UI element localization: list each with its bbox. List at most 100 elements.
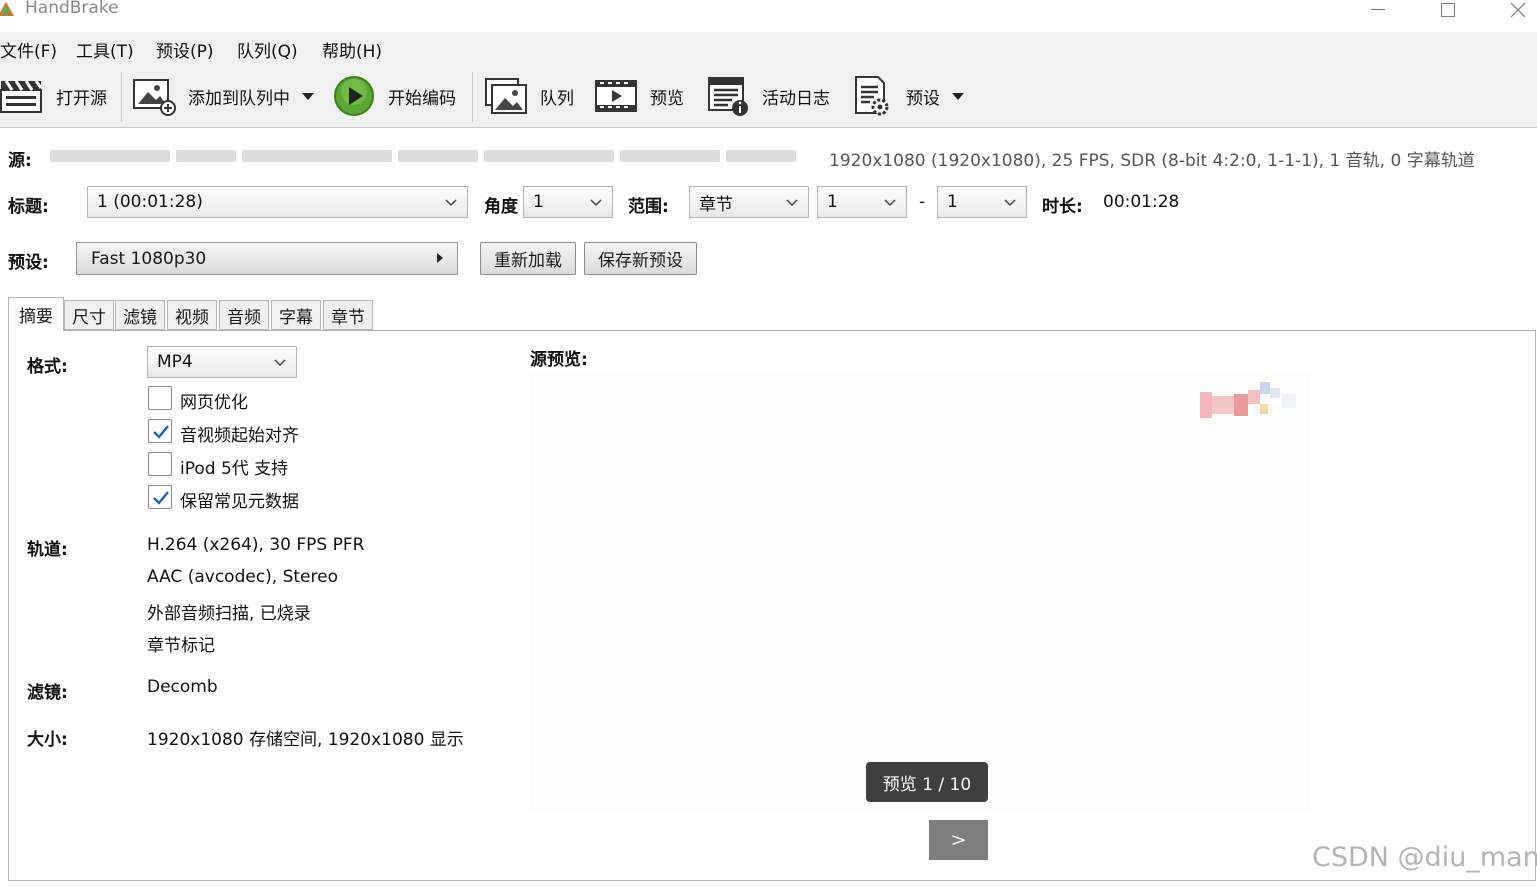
toolbar-separator	[472, 72, 473, 122]
chevron-down-icon	[274, 359, 286, 367]
source-path-blurred	[50, 146, 820, 166]
preview-thumbnail-fragment	[1200, 382, 1296, 418]
range-dash: -	[919, 192, 926, 212]
maximize-icon	[1441, 3, 1455, 17]
next-preview-button[interactable]: >	[929, 820, 988, 860]
activity-log-label: 活动日志	[762, 88, 830, 109]
minimize-button[interactable]	[1358, 0, 1398, 20]
toolbar: 打开源 添加到队列中 开始编码 队列 预览 活动日志 预设	[0, 64, 1537, 128]
angle-select[interactable]: 1	[523, 186, 613, 218]
add-image-icon	[132, 74, 176, 118]
title-select[interactable]: 1 (00:01:28)	[87, 186, 468, 218]
size-value: 1920x1080 存储空间, 1920x1080 显示	[147, 730, 464, 750]
play-icon	[332, 74, 376, 118]
add-to-queue-button[interactable]: 添加到队列中	[132, 64, 314, 128]
menu-presets[interactable]: 预设(P)	[156, 37, 214, 62]
handbrake-logo-icon	[0, 2, 14, 16]
passthru-metadata-label: 保留常见元数据	[180, 492, 299, 512]
preview-counter: 预览 1 / 10	[866, 762, 988, 802]
menu-file[interactable]: 文件(F)	[0, 37, 57, 62]
start-encode-label: 开始编码	[388, 88, 456, 109]
presets-button[interactable]: 预设	[850, 64, 964, 128]
menu-bar: 文件(F) 工具(T) 预设(P) 队列(Q) 帮助(H)	[0, 32, 1537, 64]
window-title: HandBrake	[25, 0, 119, 18]
range-start-value: 1	[827, 192, 838, 212]
track-item: 章节标记	[147, 636, 215, 656]
range-end-select[interactable]: 1	[937, 186, 1027, 218]
title-label: 标题:	[8, 197, 49, 217]
source-label: 源:	[8, 151, 32, 171]
presets-label: 预设	[906, 88, 940, 109]
range-end-value: 1	[947, 192, 958, 212]
range-type-value: 章节	[699, 194, 733, 215]
angle-select-value: 1	[533, 192, 544, 212]
range-start-select[interactable]: 1	[817, 186, 907, 218]
image-stack-icon	[484, 74, 528, 118]
add-to-queue-label: 添加到队列中	[188, 88, 290, 109]
duration-value: 00:01:28	[1103, 192, 1180, 212]
preset-value: Fast 1080p30	[91, 248, 207, 269]
range-label: 范围:	[628, 197, 669, 217]
start-encode-button[interactable]: 开始编码	[332, 64, 456, 128]
filters-value: Decomb	[147, 677, 218, 697]
chevron-down-icon[interactable]	[952, 92, 964, 100]
chevron-down-icon[interactable]	[302, 92, 314, 100]
preview-button[interactable]: 预览	[594, 64, 684, 128]
tab-video[interactable]: 视频	[167, 300, 217, 330]
passthru-metadata-checkbox[interactable]	[148, 485, 172, 509]
checkmark-icon	[153, 491, 169, 505]
filters-label: 滤镜:	[27, 683, 68, 703]
preset-selector[interactable]: Fast 1080p30	[76, 242, 458, 275]
watermark: CSDN @diu_man	[1312, 842, 1537, 873]
tab-summary[interactable]: 摘要	[8, 297, 64, 331]
chevron-right-icon	[437, 253, 443, 263]
save-new-preset-button[interactable]: 保存新预设	[584, 242, 697, 275]
menu-help[interactable]: 帮助(H)	[322, 37, 382, 62]
track-item: AAC (avcodec), Stereo	[147, 567, 338, 587]
minimize-icon	[1371, 9, 1385, 10]
track-item: 外部音频扫描, 已烧录	[147, 604, 311, 624]
preset-settings-icon	[850, 74, 894, 118]
tab-dimensions[interactable]: 尺寸	[64, 300, 114, 330]
angle-label: 角度	[484, 197, 518, 217]
chevron-down-icon	[445, 199, 457, 207]
chevron-down-icon	[1004, 199, 1016, 207]
close-icon	[1510, 2, 1526, 18]
tracks-label: 轨道:	[27, 540, 68, 560]
close-button[interactable]	[1498, 0, 1537, 20]
menu-queue[interactable]: 队列(Q)	[237, 37, 298, 62]
toolbar-separator	[121, 72, 122, 122]
tab-audio[interactable]: 音频	[219, 300, 269, 330]
queue-button[interactable]: 队列	[484, 64, 574, 128]
menu-tools[interactable]: 工具(T)	[76, 37, 134, 62]
checkmark-icon	[153, 425, 169, 439]
web-optimized-checkbox[interactable]	[148, 386, 172, 410]
align-av-checkbox[interactable]	[148, 419, 172, 443]
align-av-label: 音视频起始对齐	[180, 426, 299, 446]
title-bar: HandBrake	[0, 0, 1537, 22]
format-select[interactable]: MP4	[147, 346, 297, 378]
tab-chapters[interactable]: 章节	[323, 300, 373, 330]
tab-subtitles[interactable]: 字幕	[271, 300, 321, 330]
clapperboard-icon	[0, 74, 44, 118]
maximize-button[interactable]	[1428, 0, 1468, 20]
source-preview-label: 源预览:	[530, 350, 588, 370]
preset-label: 预设:	[8, 253, 49, 273]
log-info-icon	[706, 74, 750, 118]
chevron-down-icon	[590, 199, 602, 207]
range-type-select[interactable]: 章节	[689, 186, 809, 218]
tab-filters[interactable]: 滤镜	[115, 300, 165, 330]
source-info: 1920x1080 (1920x1080), 25 FPS, SDR (8-bi…	[829, 151, 1475, 171]
track-item: H.264 (x264), 30 FPS PFR	[147, 535, 365, 555]
ipod-support-checkbox[interactable]	[148, 452, 172, 476]
web-optimized-label: 网页优化	[180, 393, 248, 413]
open-source-button[interactable]: 打开源	[0, 64, 107, 128]
format-value: MP4	[157, 352, 193, 372]
reload-button[interactable]: 重新加载	[480, 242, 576, 275]
preview-image	[530, 374, 1310, 810]
chevron-down-icon	[786, 199, 798, 207]
duration-label: 时长:	[1042, 197, 1083, 217]
title-select-value: 1 (00:01:28)	[97, 192, 203, 212]
activity-log-button[interactable]: 活动日志	[706, 64, 830, 128]
ipod-support-label: iPod 5代 支持	[180, 459, 289, 479]
